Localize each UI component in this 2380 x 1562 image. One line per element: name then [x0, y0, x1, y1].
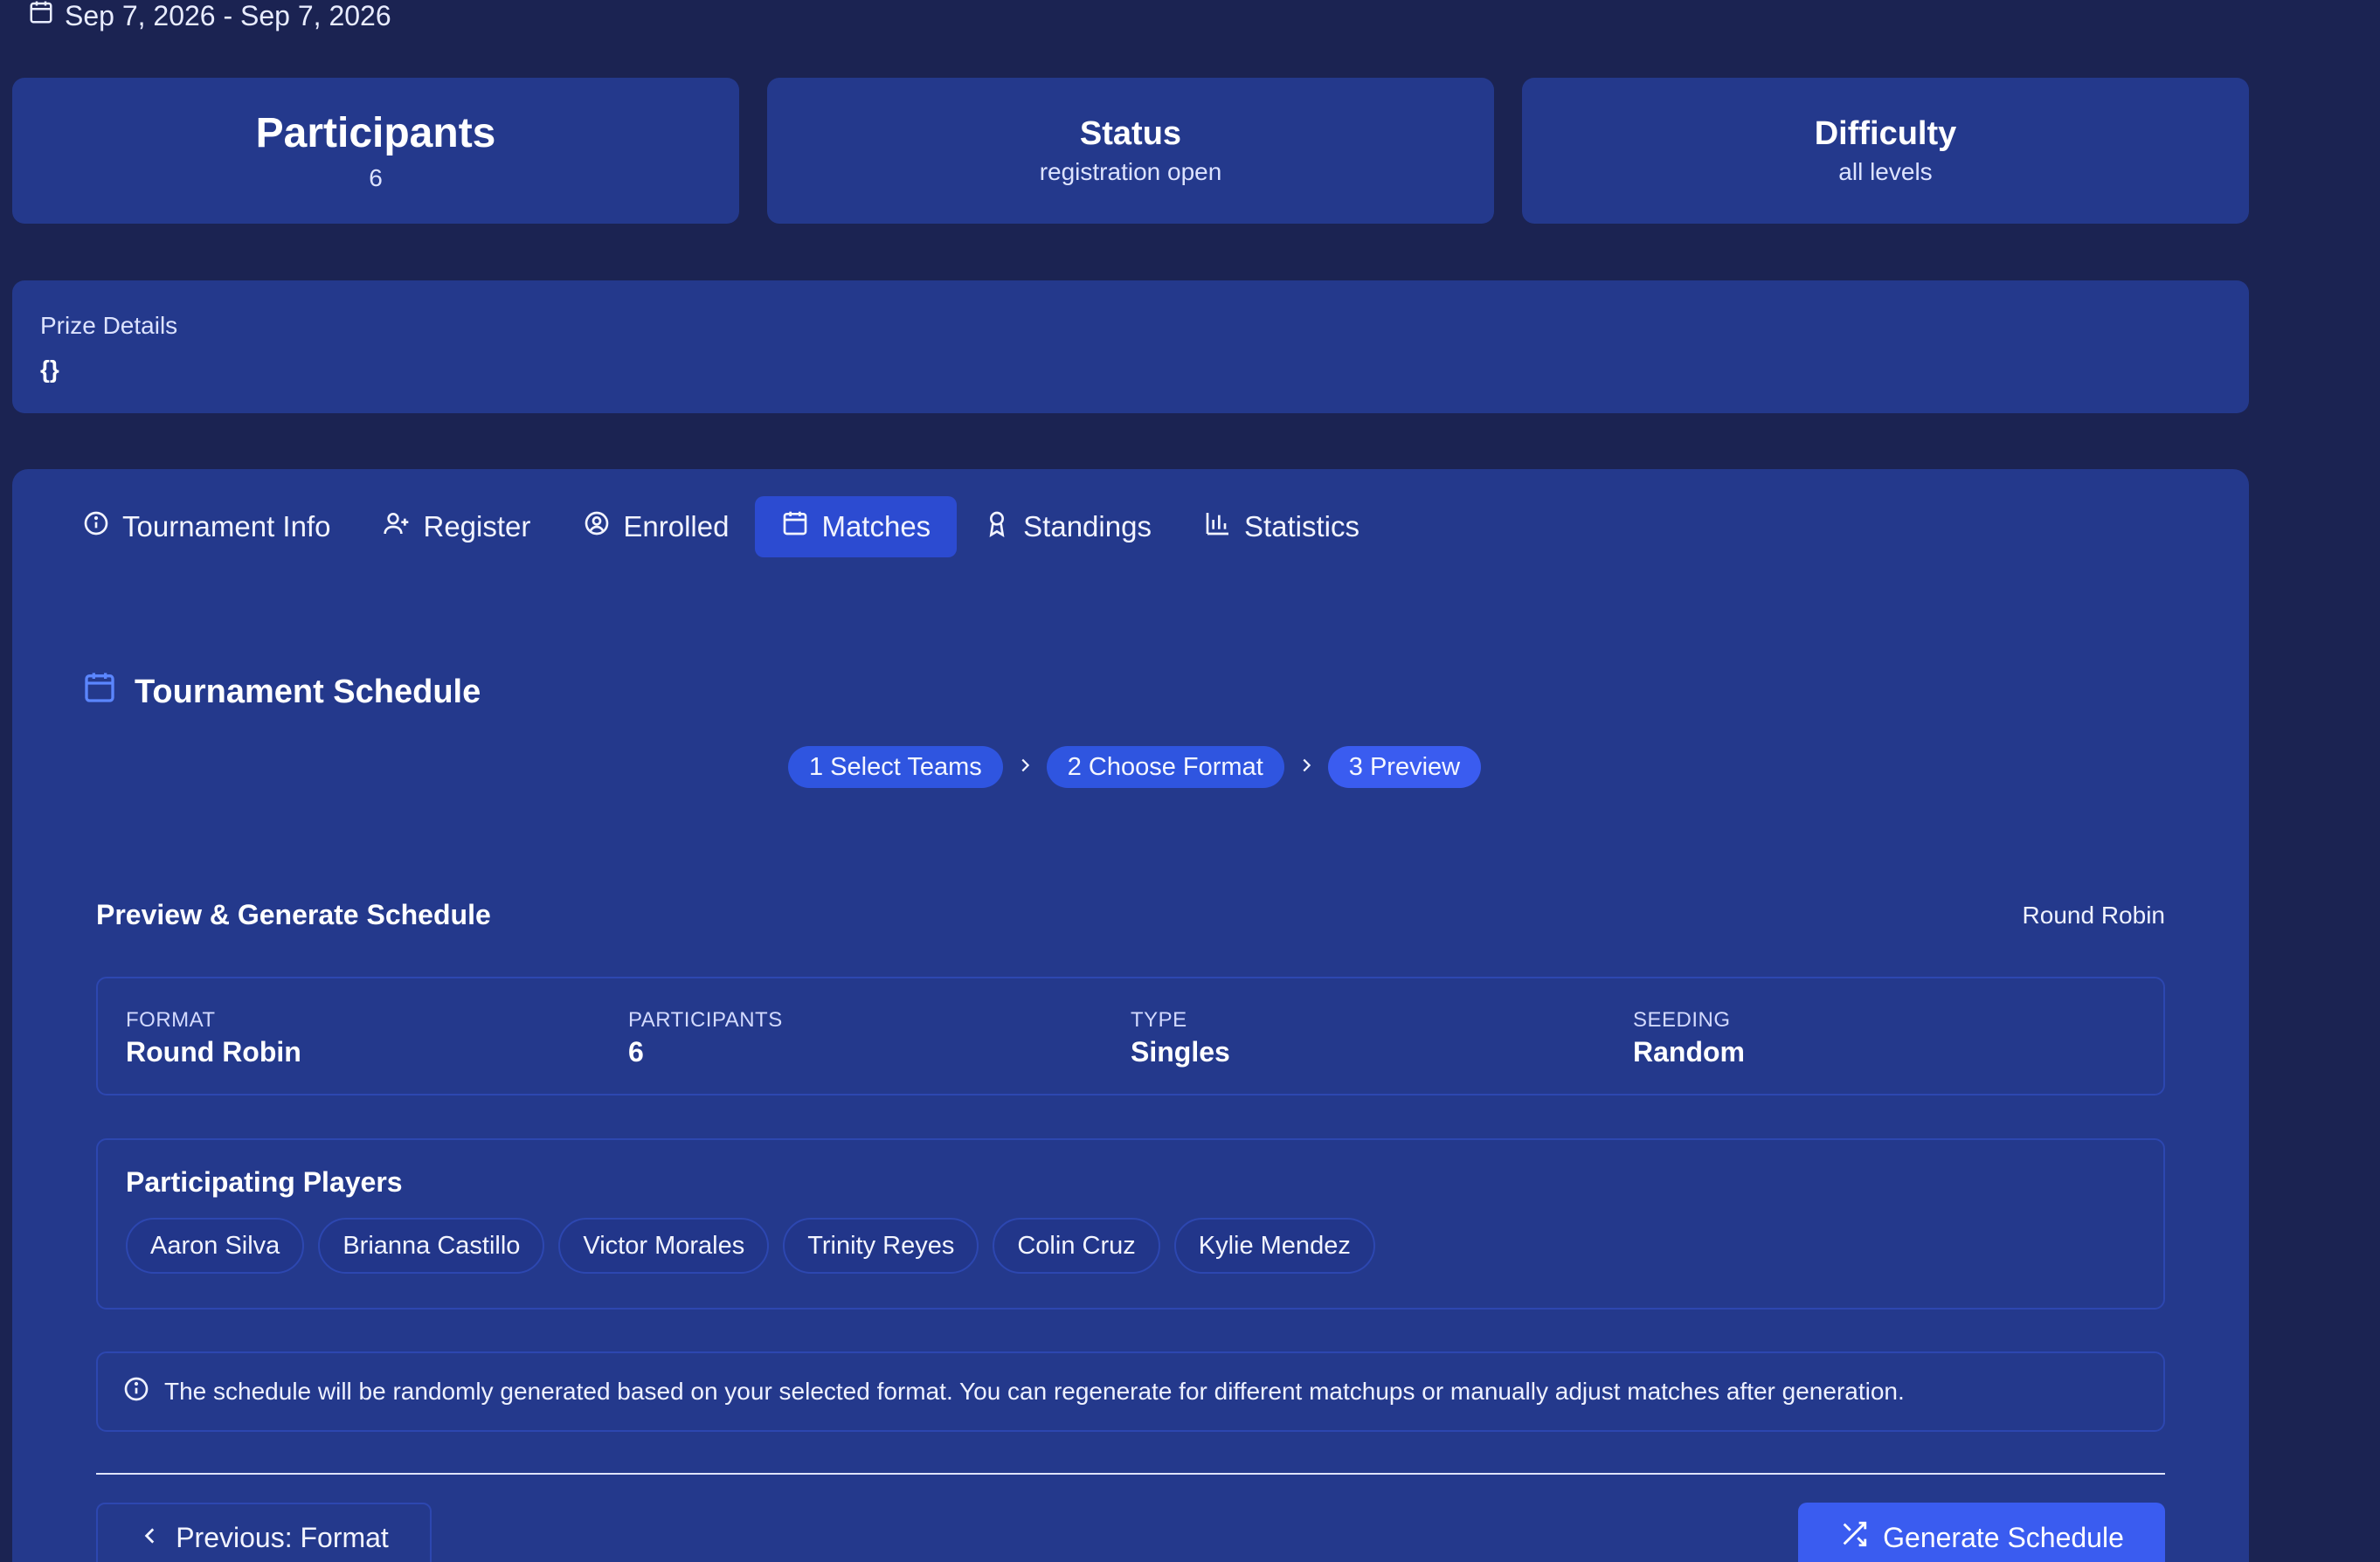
user-plus-icon	[383, 509, 411, 544]
prize-details-body: {}	[40, 356, 59, 383]
page: Sep 7, 2026 - Sep 7, 2026 Participants 6…	[0, 0, 2380, 1562]
step-preview[interactable]: 3 Preview	[1327, 746, 1482, 788]
info-icon	[82, 509, 110, 544]
summary-type: TYPE Singles	[1131, 1008, 1633, 1094]
bar-chart-icon	[1204, 509, 1232, 544]
difficulty-label: Difficulty	[1814, 115, 1957, 152]
chevron-right-icon	[1015, 756, 1034, 779]
prize-details-card: Prize Details {}	[12, 280, 2249, 413]
player-chip: Colin Cruz	[993, 1218, 1160, 1274]
tab-label: Standings	[1023, 510, 1152, 543]
calendar-icon	[82, 670, 117, 714]
player-chip: Aaron Silva	[126, 1218, 305, 1274]
player-chip: Brianna Castillo	[318, 1218, 545, 1274]
calendar-icon	[781, 509, 809, 544]
tab-label: Register	[423, 510, 531, 543]
tab-label: Enrolled	[623, 510, 730, 543]
step-choose-format[interactable]: 2 Choose Format	[1046, 746, 1284, 788]
summary-key: SEEDING	[1633, 1008, 1731, 1032]
summary-key: FORMAT	[126, 1008, 216, 1032]
summary-value: Round Robin	[126, 1036, 301, 1068]
info-icon	[122, 1375, 150, 1409]
tab-label: Matches	[821, 510, 931, 543]
generate-schedule-label: Generate Schedule	[1883, 1521, 2124, 1553]
date-range: Sep 7, 2026 - Sep 7, 2026	[28, 0, 391, 31]
calendar-icon	[28, 0, 54, 32]
tab-statistics[interactable]: Statistics	[1178, 496, 1386, 557]
participants-label: Participants	[255, 110, 496, 156]
user-circle-icon	[583, 509, 611, 544]
player-chip: Trinity Reyes	[783, 1218, 979, 1274]
schedule-notice: The schedule will be randomly generated …	[96, 1351, 2165, 1432]
summary-participants: PARTICIPANTS 6	[628, 1008, 1131, 1094]
tab-bar: Tournament Info Register Enrolled Matche…	[56, 496, 1386, 557]
player-chip: Kylie Mendez	[1173, 1218, 1375, 1274]
summary-value: 6	[628, 1036, 644, 1068]
participants-value: 6	[369, 164, 383, 191]
notice-text: The schedule will be randomly generated …	[164, 1378, 1905, 1405]
step-select-teams[interactable]: 1 Select Teams	[788, 746, 1003, 788]
award-icon	[983, 509, 1011, 544]
divider	[96, 1473, 2165, 1475]
summary-seeding: SEEDING Random	[1633, 1008, 2135, 1094]
status-value: registration open	[1039, 158, 1222, 185]
schedule-title: Tournament Schedule	[82, 670, 481, 714]
players-title: Participating Players	[126, 1166, 403, 1198]
summary-value: Random	[1633, 1036, 1745, 1068]
summary-value: Singles	[1131, 1036, 1230, 1068]
player-chip: Victor Morales	[558, 1218, 770, 1274]
difficulty-value: all levels	[1838, 158, 1933, 185]
tab-register[interactable]: Register	[356, 496, 557, 557]
preview-header: Preview & Generate Schedule Round Robin	[96, 899, 2165, 931]
tournament-panel: Tournament Info Register Enrolled Matche…	[12, 469, 2249, 1562]
wizard-steps: 1 Select Teams 2 Choose Format 3 Preview	[788, 746, 1482, 788]
participating-players: Participating Players Aaron Silva Briann…	[96, 1138, 2165, 1310]
schedule-summary: FORMAT Round Robin PARTICIPANTS 6 TYPE S…	[96, 977, 2165, 1095]
summary-key: PARTICIPANTS	[628, 1008, 783, 1032]
difficulty-card: Difficulty all levels	[1522, 78, 2249, 224]
player-chip-list: Aaron Silva Brianna Castillo Victor Mora…	[126, 1218, 2135, 1274]
tab-label: Statistics	[1243, 510, 1360, 543]
tab-label: Tournament Info	[122, 510, 331, 543]
status-label: Status	[1079, 115, 1182, 152]
status-card: Status registration open	[767, 78, 1494, 224]
summary-key: TYPE	[1131, 1008, 1187, 1032]
preview-title: Preview & Generate Schedule	[96, 899, 491, 930]
prize-details-title: Prize Details	[40, 312, 178, 339]
summary-format: FORMAT Round Robin	[126, 1008, 628, 1094]
tab-standings[interactable]: Standings	[957, 496, 1178, 557]
previous-format-button[interactable]: Previous: Format	[96, 1503, 432, 1562]
shuffle-icon	[1839, 1519, 1869, 1556]
generate-schedule-button[interactable]: Generate Schedule	[1798, 1503, 2165, 1562]
tab-matches[interactable]: Matches	[755, 496, 958, 557]
date-range-text: Sep 7, 2026 - Sep 7, 2026	[65, 0, 391, 31]
tab-tournament-info[interactable]: Tournament Info	[56, 496, 356, 557]
previous-format-label: Previous: Format	[176, 1521, 389, 1553]
tab-enrolled[interactable]: Enrolled	[557, 496, 755, 557]
chevron-left-icon	[139, 1522, 162, 1554]
preview-format-label: Round Robin	[2022, 901, 2165, 929]
schedule-title-text: Tournament Schedule	[135, 673, 481, 710]
participants-card: Participants 6	[12, 78, 739, 224]
chevron-right-icon	[1297, 756, 1316, 779]
